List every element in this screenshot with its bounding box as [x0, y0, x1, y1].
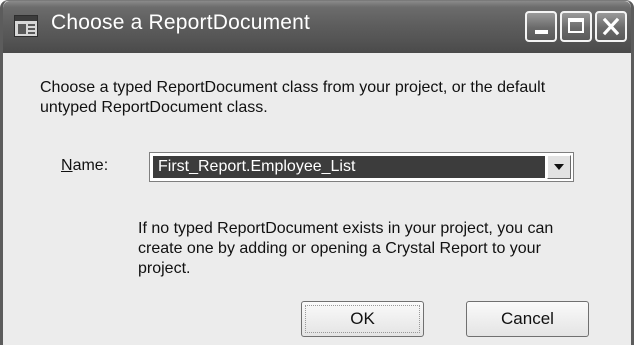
ok-button-label: OK: [350, 309, 375, 328]
name-label: Name:: [61, 157, 108, 175]
cancel-button[interactable]: Cancel: [466, 301, 589, 337]
report-document-dropdown[interactable]: First_Report.Employee_List: [149, 152, 574, 182]
name-label-mnemonic: N: [61, 157, 73, 174]
dropdown-selected-value[interactable]: First_Report.Employee_List: [153, 156, 545, 178]
name-label-rest: ame:: [72, 157, 109, 174]
window-title: Choose a ReportDocument: [51, 11, 311, 34]
close-icon: [602, 17, 620, 36]
description-text: Choose a typed ReportDocument class from…: [40, 79, 546, 116]
hint-text: If no typed ReportDocument exists in you…: [138, 220, 554, 277]
app-window-icon[interactable]: [14, 15, 38, 37]
close-button[interactable]: [595, 11, 627, 42]
dialog-window: Choose a ReportDocument Choose a typed R…: [0, 0, 634, 345]
maximize-button[interactable]: [560, 11, 592, 42]
minimize-icon: [535, 30, 548, 34]
maximize-icon: [568, 18, 584, 33]
cancel-button-label: Cancel: [501, 309, 554, 328]
title-bar[interactable]: Choose a ReportDocument: [3, 1, 631, 53]
dropdown-button[interactable]: [547, 155, 571, 179]
ok-button[interactable]: OK: [301, 301, 424, 337]
minimize-button[interactable]: [525, 11, 557, 42]
chevron-down-icon: [554, 164, 564, 170]
